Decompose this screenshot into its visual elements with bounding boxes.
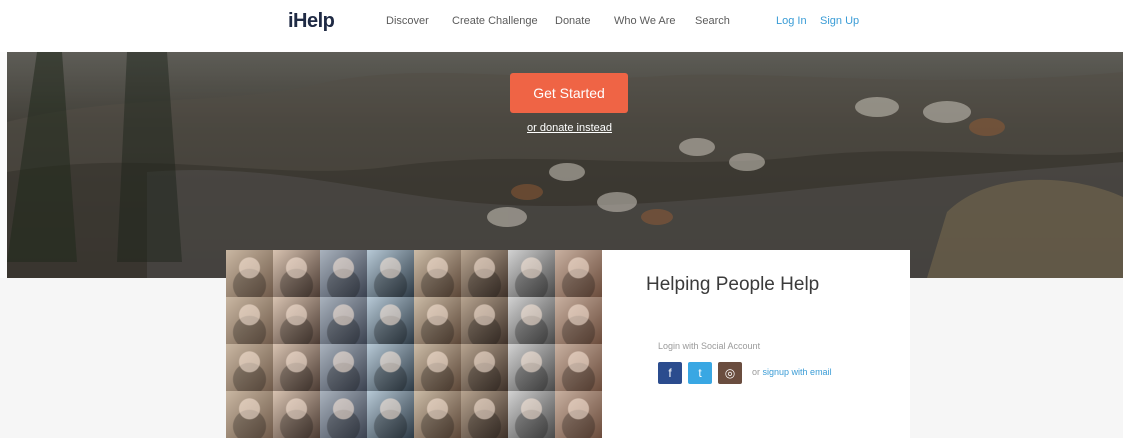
profile-photo — [320, 297, 367, 344]
profile-photo — [226, 344, 273, 391]
donate-instead-link[interactable]: or donate instead — [527, 122, 612, 134]
profile-photo-tile — [367, 391, 414, 438]
profile-photo — [508, 297, 555, 344]
profile-photo — [367, 391, 414, 438]
nav-discover[interactable]: Discover — [386, 15, 429, 27]
profile-photo-tile — [226, 250, 273, 297]
social-login-label: Login with Social Account — [658, 341, 761, 351]
profile-photo-tile — [273, 297, 320, 344]
profile-photo — [508, 344, 555, 391]
profile-photo-tile — [461, 344, 508, 391]
profile-photo — [320, 250, 367, 297]
profile-photo — [226, 297, 273, 344]
twitter-icon: t — [698, 366, 702, 380]
profile-photo-tile — [508, 391, 555, 438]
profile-photo-tile — [273, 391, 320, 438]
profile-photo-tile — [273, 250, 320, 297]
instagram-icon: ◎ — [724, 366, 736, 380]
profile-photo-tile — [320, 297, 367, 344]
signup-panel: Helping People Help Login with Social Ac… — [602, 250, 910, 438]
profile-photo-tile — [461, 297, 508, 344]
profile-photo-tile — [367, 250, 414, 297]
panel-title: Helping People Help — [646, 274, 820, 295]
nav-create-challenge[interactable]: Create Challenge — [452, 15, 538, 27]
profile-photo-tile — [414, 297, 461, 344]
profile-photo-tile — [226, 344, 273, 391]
profile-photo — [414, 297, 461, 344]
profile-photo — [320, 344, 367, 391]
profile-photo-tile — [320, 344, 367, 391]
profile-photo-tile — [555, 250, 602, 297]
profile-photo-tile — [508, 297, 555, 344]
nav-search[interactable]: Search — [695, 15, 730, 27]
profile-photo-tile — [555, 344, 602, 391]
profile-photo-tile — [414, 391, 461, 438]
profile-photo-tile — [226, 391, 273, 438]
profile-photo — [273, 391, 320, 438]
profile-photo — [508, 250, 555, 297]
profile-photo-tile — [367, 344, 414, 391]
profile-photo — [367, 344, 414, 391]
signup-link[interactable]: Sign Up — [820, 15, 859, 27]
profile-photo — [367, 297, 414, 344]
nav-who-we-are[interactable]: Who We Are — [614, 15, 676, 27]
profile-photo — [555, 297, 602, 344]
profile-photo-tile — [414, 344, 461, 391]
people-photo-grid — [226, 250, 602, 438]
profile-photo-tile — [508, 250, 555, 297]
get-started-button[interactable]: Get Started — [510, 73, 628, 113]
profile-photo — [555, 391, 602, 438]
profile-photo — [226, 250, 273, 297]
profile-photo-tile — [367, 297, 414, 344]
nav-donate[interactable]: Donate — [555, 15, 590, 27]
profile-photo-tile — [461, 250, 508, 297]
profile-photo-tile — [226, 297, 273, 344]
profile-photo — [273, 344, 320, 391]
profile-photo-tile — [461, 391, 508, 438]
profile-photo — [461, 250, 508, 297]
profile-photo-tile — [508, 344, 555, 391]
site-logo[interactable]: iHelp — [288, 10, 335, 33]
profile-photo-tile — [320, 250, 367, 297]
profile-photo — [273, 297, 320, 344]
profile-photo — [461, 297, 508, 344]
profile-photo — [226, 391, 273, 438]
profile-photo — [461, 391, 508, 438]
login-link[interactable]: Log In — [776, 15, 807, 27]
profile-photo — [320, 391, 367, 438]
profile-photo — [555, 344, 602, 391]
profile-photo — [508, 391, 555, 438]
profile-photo — [461, 344, 508, 391]
profile-photo-tile — [555, 391, 602, 438]
profile-photo-tile — [555, 297, 602, 344]
twitter-login-button[interactable]: t — [688, 362, 712, 384]
profile-photo-tile — [414, 250, 461, 297]
facebook-icon: f — [668, 366, 672, 380]
profile-photo — [414, 344, 461, 391]
signup-with-email-link[interactable]: signup with email — [763, 367, 832, 377]
profile-photo — [414, 250, 461, 297]
top-navbar: iHelp Discover Create Challenge Donate W… — [0, 0, 1123, 52]
facebook-login-button[interactable]: f — [658, 362, 682, 384]
profile-photo — [414, 391, 461, 438]
profile-photo-tile — [273, 344, 320, 391]
instagram-login-button[interactable]: ◎ — [718, 362, 742, 384]
profile-photo — [273, 250, 320, 297]
profile-photo — [367, 250, 414, 297]
profile-photo — [555, 250, 602, 297]
signup-with-email-text: or signup with email — [752, 367, 832, 377]
or-label: or — [752, 367, 761, 377]
profile-photo-tile — [320, 391, 367, 438]
